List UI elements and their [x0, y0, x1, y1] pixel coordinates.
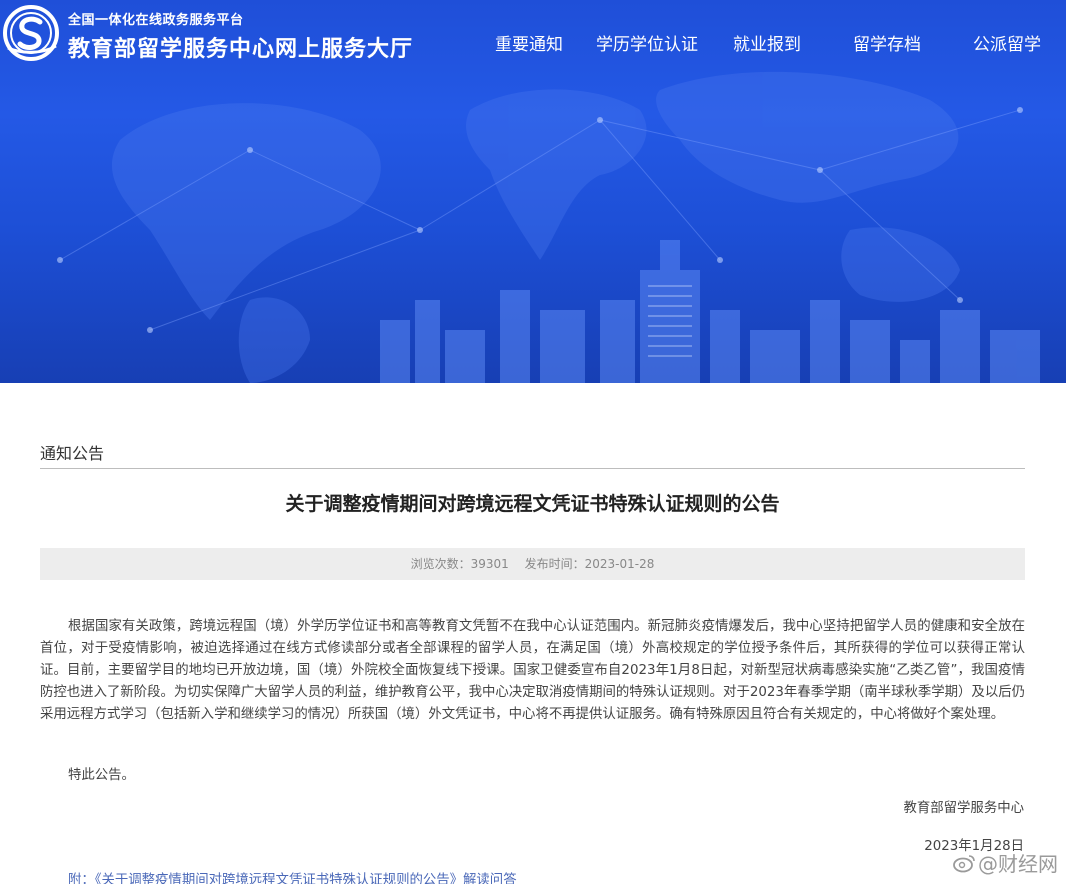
article-body: 根据国家有关政策，跨境远程国（境）外学历学位证书和高等教育文凭暂不在我中心认证范… [40, 619, 1025, 722]
nav-item-important-notice[interactable]: 重要通知 [495, 30, 563, 55]
views-meta: 浏览次数：39301 [411, 557, 509, 571]
nav-item-employment-registration[interactable]: 就业报到 [733, 30, 801, 55]
article-title: 关于调整疫情期间对跨境远程文凭证书特殊认证规则的公告 [285, 493, 780, 515]
article-closing: 特此公告。 [68, 768, 135, 783]
views-count: 39301 [470, 557, 509, 571]
attachment-link[interactable]: 附：《关于调整疫情期间对跨境远程文凭证书特殊认证规则的公告》解读问答 [68, 868, 517, 884]
signature-organization: 教育部留学服务中心 [903, 801, 1024, 816]
watermark: @财经网 [952, 848, 1058, 877]
article-meta-bar: 浏览次数：39301 发布时间：2023-01-28 [40, 548, 1025, 580]
publish-date: 2023-01-28 [584, 557, 655, 571]
date-meta: 发布时间：2023-01-28 [525, 557, 655, 571]
nav-item-degree-certification[interactable]: 学历学位认证 [596, 30, 698, 55]
header-banner: 全国一体化在线政务服务平台 教育部留学服务中心网上服务大厅 重要通知 学历学位认… [0, 0, 1066, 383]
platform-subtitle: 全国一体化在线政务服务平台 [68, 13, 244, 28]
nav-item-government-sponsored[interactable]: 公派留学 [973, 30, 1041, 55]
watermark-text: @财经网 [978, 852, 1058, 876]
section-label[interactable]: 通知公告 [40, 440, 104, 464]
publish-date-label: 发布时间： [524, 557, 585, 571]
section-divider [40, 468, 1025, 469]
nav-item-study-abroad-archive[interactable]: 留学存档 [853, 30, 921, 55]
views-label: 浏览次数： [410, 557, 471, 571]
main-nav: 重要通知 学历学位认证 就业报到 留学存档 公派留学 [0, 30, 1066, 55]
weibo-icon [953, 854, 975, 872]
